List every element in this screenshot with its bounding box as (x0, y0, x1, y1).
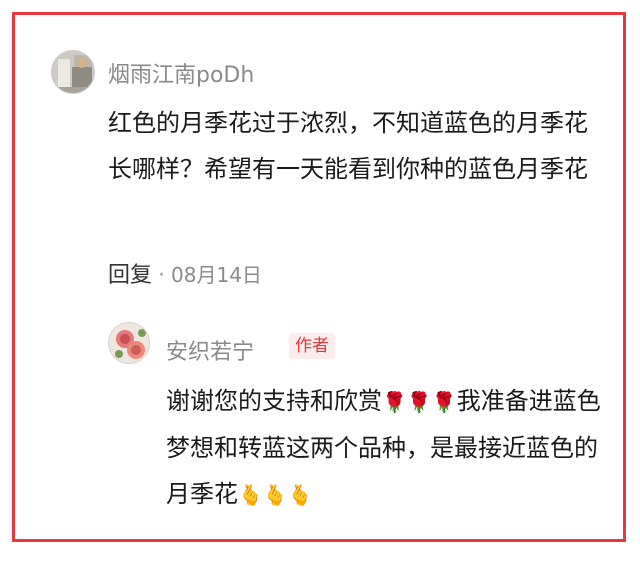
comment-text: 红色的月季花过于浓烈，不知道蓝色的月季花长哪样？希望有一天能看到你种的蓝色月季花 (108, 109, 588, 183)
comment-meta: 回复 · 08月14日 (108, 257, 262, 289)
reply-button[interactable]: 回复 (108, 263, 152, 288)
reply-author-name[interactable]: 安织若宁 (166, 334, 254, 366)
meta-separator: · (158, 263, 166, 288)
rose-emoji: 🌹🌹🌹 (382, 390, 457, 414)
rose-avatar-image (109, 323, 149, 363)
avatar[interactable] (51, 50, 95, 94)
hand-heart-emoji: 🫰🫰🫰 (238, 483, 313, 507)
reply-text: 谢谢您的支持和欣赏🌹🌹🌹我准备进蓝色梦想和转蓝这两个品种，是最接近蓝色的月季花🫰… (166, 378, 606, 518)
reply-text-part1: 谢谢您的支持和欣赏 (166, 387, 382, 415)
user-avatar-image (52, 51, 94, 93)
comment-author-name[interactable]: 烟雨江南poDh (108, 57, 254, 89)
author-badge: 作者 (289, 333, 335, 359)
avatar[interactable] (108, 322, 150, 364)
comment-date: 08月14日 (171, 263, 262, 287)
